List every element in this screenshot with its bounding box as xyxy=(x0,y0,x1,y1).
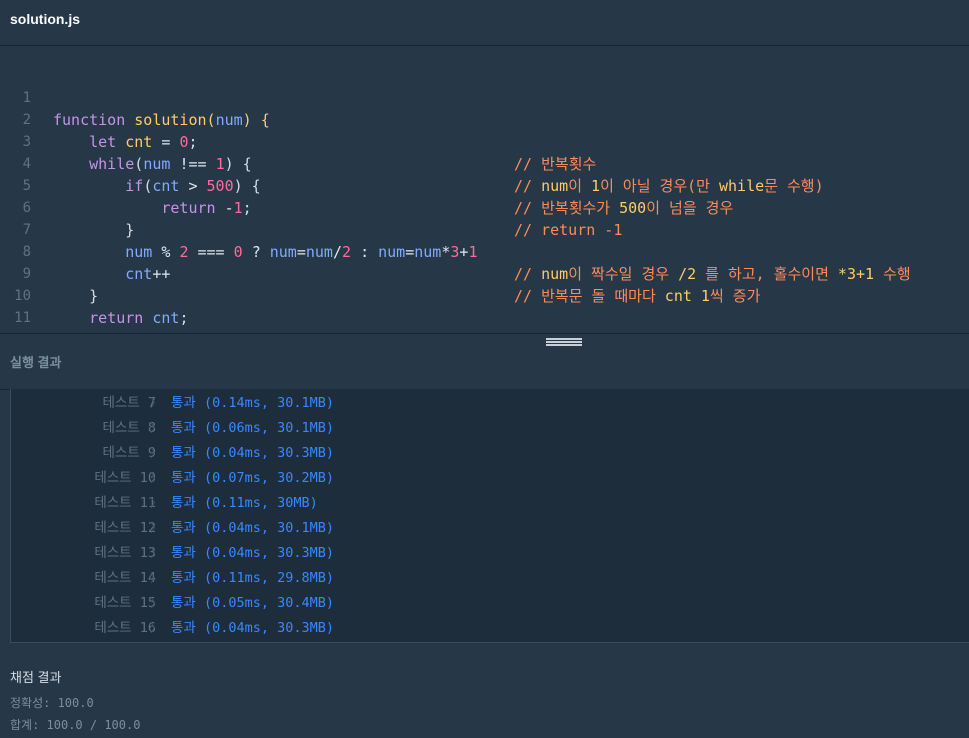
code-line: 5 return -1; // return -1 xyxy=(0,153,969,239)
list-item: 테스트 14 〉 통과 (0.11ms, 29.8MB) xyxy=(11,566,411,591)
chevron-right-icon: 〉 xyxy=(150,621,163,635)
test-label: 테스트 11 xyxy=(94,495,156,511)
chevron-right-icon: 〉 xyxy=(150,546,163,560)
grading-result-section: 채점 결과 정확성: 100.0 합계: 100.0 / 100.0 xyxy=(0,643,969,738)
chevron-right-icon: 〉 xyxy=(150,446,163,460)
run-result-title: 실행 결과 xyxy=(10,355,62,370)
total-score: 합계: 100.0 / 100.0 xyxy=(10,718,141,732)
test-result: 통과 (0.04ms, 30.3MB) xyxy=(171,545,335,561)
chevron-right-icon: 〉 xyxy=(150,571,163,585)
code-line: 4 if(cnt > 500) { // 반복횟수가 500이 넘을 경우 xyxy=(0,131,969,217)
test-label: 테스트 7 xyxy=(102,395,156,411)
code-line: 1 function solution(num) { xyxy=(0,65,969,129)
accuracy-score: 정확성: 100.0 xyxy=(10,696,94,710)
chevron-right-icon: 〉 xyxy=(150,471,163,485)
chevron-right-icon: 〉 xyxy=(150,396,163,410)
chevron-right-icon: 〉 xyxy=(150,521,163,535)
code-line: 2 let cnt = 0; // 반복횟수 xyxy=(0,87,969,173)
test-result: 통과 (0.04ms, 30.3MB) xyxy=(171,620,335,636)
test-label: 테스트 16 xyxy=(94,620,156,636)
test-label: 테스트 14 xyxy=(94,570,156,586)
editor-tab-bar: solution.js xyxy=(0,0,969,46)
test-result: 통과 (0.14ms, 30.1MB) xyxy=(171,395,335,411)
test-label: 테스트 12 xyxy=(94,520,156,536)
code-line: 9 } xyxy=(0,241,969,305)
list-item: 테스트 12 〉 통과 (0.04ms, 30.1MB) xyxy=(11,516,411,541)
chevron-right-icon: 〉 xyxy=(150,496,163,510)
test-result: 통과 (0.07ms, 30.2MB) xyxy=(171,470,335,486)
list-item: 테스트 16 〉 통과 (0.04ms, 30.3MB) xyxy=(11,616,411,641)
code-line: 6 } xyxy=(0,175,969,239)
test-result: 통과 (0.04ms, 30.3MB) xyxy=(171,445,335,461)
list-item: 테스트 8 〉 통과 (0.06ms, 30.1MB) xyxy=(11,416,411,441)
list-item: 테스트 13 〉 통과 (0.04ms, 30.3MB) xyxy=(11,541,411,566)
test-label: 테스트 13 xyxy=(94,545,156,561)
test-result: 통과 (0.05ms, 30.4MB) xyxy=(171,595,335,611)
code-editor[interactable]: 1 function solution(num) { 2 let cnt = 0… xyxy=(0,46,969,349)
list-item: 테스트 15 〉 통과 (0.05ms, 30.4MB) xyxy=(11,591,411,616)
list-item: 테스트 11 〉 통과 (0.11ms, 30MB) xyxy=(11,491,411,516)
resize-handle-icon[interactable] xyxy=(546,338,582,346)
panel-splitter: 실행 결과 xyxy=(0,333,969,390)
list-item: 테스트 9 〉 통과 (0.04ms, 30.3MB) xyxy=(11,441,411,466)
test-results-list[interactable]: 테스트 7 〉 통과 (0.14ms, 30.1MB) 테스트 8 〉 통과 (… xyxy=(10,389,969,643)
list-item: 테스트 7 〉 통과 (0.14ms, 30.1MB) xyxy=(11,391,411,416)
code-line: 11 } xyxy=(0,285,969,349)
list-item: 테스트 10 〉 통과 (0.07ms, 30.2MB) xyxy=(11,466,411,491)
code-line: 3 while(num !== 1) { // num이 1이 아닐 경우(만 … xyxy=(0,109,969,195)
chevron-right-icon: 〉 xyxy=(150,421,163,435)
grading-title: 채점 결과 xyxy=(10,670,62,685)
test-result: 통과 (0.04ms, 30.1MB) xyxy=(171,520,335,536)
file-tab-title[interactable]: solution.js xyxy=(10,11,80,27)
code-line: 12 xyxy=(0,307,969,348)
code-line: 10 return cnt; xyxy=(0,263,969,327)
test-label: 테스트 8 xyxy=(102,420,156,436)
chevron-right-icon: 〉 xyxy=(150,596,163,610)
test-result: 통과 (0.06ms, 30.1MB) xyxy=(171,420,335,436)
test-result: 통과 (0.11ms, 29.8MB) xyxy=(171,570,335,586)
test-label: 테스트 10 xyxy=(94,470,156,486)
code-line: 8 cnt++ // 반복문 돌 때마다 cnt 1씩 증가 xyxy=(0,219,969,305)
test-label: 테스트 15 xyxy=(94,595,156,611)
code-line: 7 num % 2 === 0 ? num=num/2 : num=num*3+… xyxy=(0,197,969,283)
test-label: 테스트 9 xyxy=(102,445,156,461)
test-result: 통과 (0.11ms, 30MB) xyxy=(171,495,318,511)
